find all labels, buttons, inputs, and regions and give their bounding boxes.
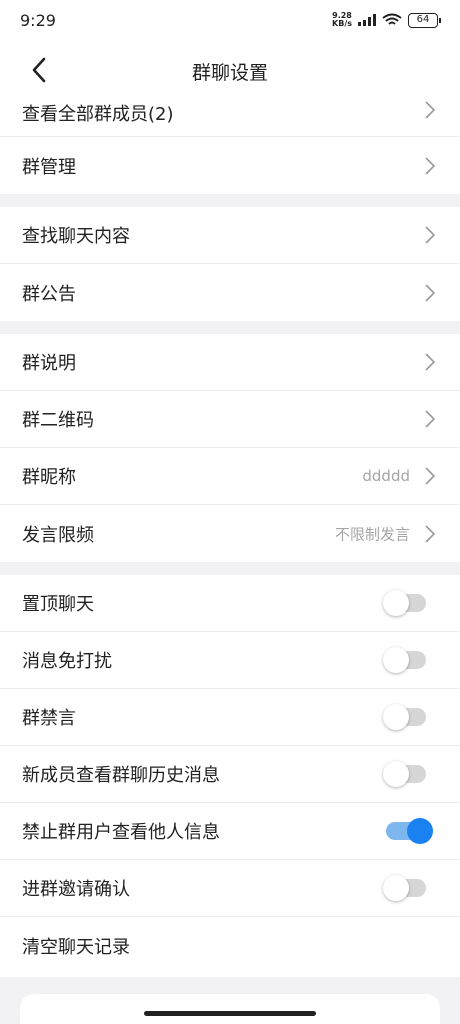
row-notice[interactable]: 群公告 [0, 264, 460, 321]
row-label: 群禁言 [22, 708, 76, 729]
do-not-disturb-toggle[interactable] [383, 647, 426, 673]
chevron-right-icon [425, 410, 436, 428]
chevron-right-icon [425, 156, 436, 175]
home-indicator[interactable] [144, 1011, 316, 1016]
speech-limit-value: 不限制发言 [334, 525, 410, 543]
network-speed-unit: KB/s [332, 19, 352, 28]
row-label: 禁止群用户查看他人信息 [22, 822, 220, 843]
row-label: 查看全部群成员(2) [22, 104, 174, 125]
bottom-card [20, 994, 440, 1024]
row-label: 群公告 [22, 283, 76, 305]
wifi-icon [382, 13, 402, 25]
row-members[interactable]: 查看全部群成员(2) [0, 96, 460, 137]
row-manage[interactable]: 群管理 [0, 137, 460, 194]
history-visible-toggle[interactable] [383, 761, 426, 787]
row-description[interactable]: 群说明 [0, 334, 460, 391]
privacy-toggle[interactable] [386, 818, 433, 844]
row-clear-history[interactable]: 清空聊天记录 [0, 917, 460, 974]
page-title: 群聊设置 [191, 62, 268, 84]
settings-list: 查看全部群成员(2) 群管理 查找聊天内容 群公告 群说明 群二维码 群昵称 d… [0, 96, 460, 974]
chevron-right-icon [425, 226, 436, 244]
status-icons: 9.28 KB/s 64 [332, 12, 441, 28]
header: 群聊设置 [0, 44, 460, 96]
row-group-mute: 群禁言 [0, 689, 460, 746]
chevron-right-icon [425, 101, 436, 119]
invite-confirm-toggle[interactable] [383, 875, 426, 901]
chevron-right-icon [425, 283, 436, 302]
status-bar: 9:29 9.28 KB/s 64 [0, 0, 460, 44]
group-mute-toggle[interactable] [383, 704, 426, 730]
row-history-visible: 新成员查看群聊历史消息 [0, 746, 460, 803]
row-label: 群昵称 [22, 467, 76, 488]
battery-icon: 64 [408, 12, 441, 28]
row-label: 新成员查看群聊历史消息 [22, 765, 220, 786]
row-pin-chat: 置顶聊天 [0, 575, 460, 632]
section-divider [0, 562, 460, 575]
row-qrcode[interactable]: 群二维码 [0, 391, 460, 448]
row-label: 清空聊天记录 [22, 936, 130, 958]
row-label: 置顶聊天 [22, 594, 94, 615]
chevron-right-icon [425, 353, 436, 371]
row-label: 消息免打扰 [22, 651, 112, 672]
row-label: 群管理 [22, 156, 76, 178]
row-label: 进群邀请确认 [22, 879, 130, 900]
row-privacy: 禁止群用户查看他人信息 [0, 803, 460, 860]
row-label: 群二维码 [22, 410, 94, 431]
row-label: 查找聊天内容 [22, 226, 130, 247]
network-speed: 9.28 KB/s [332, 12, 352, 28]
nickname-value: ddddd [362, 467, 410, 485]
row-label: 群说明 [22, 353, 76, 374]
row-label: 发言限频 [22, 524, 94, 546]
battery-level: 64 [416, 13, 430, 25]
row-nickname[interactable]: 群昵称 ddddd [0, 448, 460, 505]
status-time: 9:29 [20, 11, 56, 30]
pin-chat-toggle[interactable] [383, 590, 426, 616]
row-search-chat[interactable]: 查找聊天内容 [0, 207, 460, 264]
row-do-not-disturb: 消息免打扰 [0, 632, 460, 689]
chevron-right-icon [425, 524, 436, 543]
section-divider [0, 321, 460, 334]
section-divider [0, 194, 460, 207]
row-invite-confirm: 进群邀请确认 [0, 860, 460, 917]
row-speech-limit[interactable]: 发言限频 不限制发言 [0, 505, 460, 562]
signal-icon [358, 14, 376, 26]
chevron-right-icon [425, 467, 436, 485]
